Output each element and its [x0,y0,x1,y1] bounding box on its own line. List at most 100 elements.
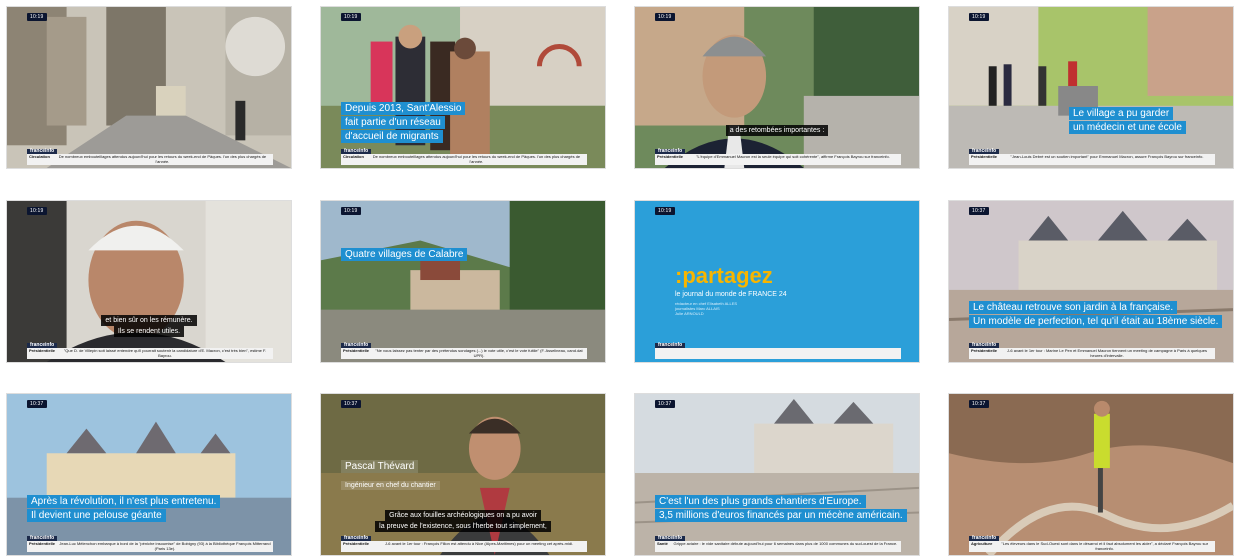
ticker-text: "L'équipe d'Emmanuel Macron est la seule… [696,154,890,159]
ticker-category: Santé [657,541,668,546]
speaker-nameplate: Pascal Thévard Ingénieur en chef du chan… [341,456,440,492]
ticker-text: "Les éleveurs dans le Sud-Ouest sont dan… [1001,541,1209,551]
video-thumbnail[interactable]: 10:37 Après la révolution, il n'est plus… [6,393,292,556]
timestamp: 10:37 [27,400,47,408]
ticker-category: Présidentielle [343,541,370,546]
subtitle-line: a des retombées importantes : [725,125,829,136]
video-thumbnail[interactable]: 10:19 franceinfo Circulation De nombreux … [6,6,292,169]
ticker-text: Grippe aviaire : le vide sanitaire début… [673,541,898,546]
ticker-category: Présidentielle [971,348,998,353]
ticker-category: Circulation [29,154,50,159]
ticker-category: Agriculture [971,541,993,546]
caption-line: Après la révolution, il n'est plus entre… [27,495,221,508]
speaker-name: Pascal Thévard [341,460,419,473]
ticker-text [659,348,901,359]
ticker-category: Présidentielle [971,154,998,159]
caption-line: Quatre villages de Calabre [341,248,468,261]
ticker-text: De nombreux embouteillages attendus aujo… [58,154,267,164]
video-thumbnail[interactable]: 10:19 Depuis 2013, Sant'Alessio fait par… [320,6,606,169]
chateau-river-scene [7,394,291,555]
subtitle: Grâce aux fouilles archéologiques on a p… [321,510,605,532]
village-square-scene [949,7,1233,168]
program-title: :partagez [675,263,773,288]
timestamp: 10:37 [969,207,989,215]
timestamp: 10:19 [655,207,675,215]
ticker-category: Présidentielle [29,541,56,546]
ticker-category: Présidentielle [343,348,370,353]
subtitle-line: la preuve de l'existence, sous l'herbe t… [375,521,551,532]
video-thumbnail[interactable]: 10:19 et bien sûr on les rémunère. Ils s… [6,200,292,363]
caption-overlay: Quatre villages de Calabre [341,248,468,262]
caption-overlay: Après la révolution, il n'est plus entre… [27,495,221,523]
caption-line: Un modèle de perfection, tel qu'il était… [969,315,1223,328]
caption-line: un médecin et une école [1069,121,1186,134]
ticker-text: J-6 avant le 1er tour : François Fillon … [384,541,574,546]
caption-line: 3,5 millions d'euros financés par un méc… [655,509,907,522]
ticker-category: Présidentielle [29,348,56,353]
caption-line: Le village a pu garder [1069,107,1174,120]
ticker-bar: franceinfo Agriculture "Les éleveurs dans… [969,536,1215,552]
timestamp: 10:19 [341,207,361,215]
interview-scene [635,7,919,168]
ticker-bar: franceinfo Présidentielle Jean-Luc Mélenc… [27,536,273,552]
subtitle-line: Ils se rendent utiles. [113,326,185,337]
video-thumbnail[interactable]: 10:19 :partagez le journal du monde de F… [634,200,920,363]
street-scene [7,7,291,168]
ticker-bar: franceinfo Présidentielle "Ne vous laisse… [341,343,587,359]
video-thumbnail[interactable]: 10:19 Le village a pu garder un médecin … [948,6,1234,169]
timestamp: 10:19 [27,13,47,21]
timestamp: 10:19 [969,13,989,21]
video-thumbnail[interactable]: 10:37 C'est l'un des plus grands chantie… [634,393,920,556]
ticker-bar: franceinfo Présidentielle J-6 avant le 1e… [341,536,587,552]
ticker-text: Jean-Luc Mélenchon embarque à bord de la… [59,541,271,551]
ticker-bar: franceinfo Circulation De nombreux embout… [27,149,273,165]
chateau-garden-scene [635,394,919,555]
speaker-role: Ingénieur en chef du chantier [341,481,440,490]
subtitle-line: Grâce aux fouilles archéologiques on a p… [385,510,541,521]
caption-line: fait partie d'un réseau [341,116,445,129]
subtitle: et bien sûr on les rémunère. Ils se rend… [7,315,291,337]
caption-line: C'est l'un des plus grands chantiers d'E… [655,495,866,508]
elderly-man-scene [7,201,291,362]
hillside-village-scene [321,201,605,362]
video-thumbnail[interactable]: 10:37 franceinfo Agriculture "Les éleveur… [948,393,1234,556]
timestamp: 10:19 [341,13,361,21]
caption-overlay: Depuis 2013, Sant'Alessio fait partie d'… [341,102,466,144]
video-thumbnail-grid: 10:19 franceinfo Circulation De nombreux … [0,0,1237,559]
subtitle-line: et bien sûr on les rémunère. [101,315,197,326]
ticker-bar: franceinfo Présidentielle "Jean-Louis Deb… [969,149,1215,165]
timestamp: 10:37 [655,400,675,408]
timestamp: 10:19 [27,207,47,215]
ticker-text: "Ne vous laissez pas tenter par des prét… [375,348,583,358]
ticker-category: Présidentielle [657,154,684,159]
timestamp: 10:37 [341,400,361,408]
caption-overlay: Le château retrouve son jardin à la fran… [969,301,1223,329]
ticker-text: De nombreux embouteillages attendus aujo… [372,154,581,164]
ticker-text: "Que D. de Villepin soit laissé entendre… [63,348,267,358]
ticker-bar: franceinfo [655,343,901,359]
caption-line: d'accueil de migrants [341,130,443,143]
ticker-bar: franceinfo Présidentielle "L'équipe d'Emm… [655,149,901,165]
caption-overlay: Le village a pu garder un médecin et une… [1069,107,1186,135]
ticker-text: J-6 avant le 1er tour : Marine Le Pen et… [1007,348,1207,358]
subtitle: a des retombées importantes : [635,125,919,136]
timestamp: 10:19 [655,13,675,21]
program-subtitle: le journal du monde de FRANCE 24 [675,291,787,298]
video-thumbnail[interactable]: 10:37 Le château retrouve son jardin à l… [948,200,1234,363]
ticker-bar: franceinfo Présidentielle "Que D. de Vill… [27,343,273,359]
program-credits: rédacteur en chef Elisabeth ALLES journa… [675,301,738,316]
caption-line: Le château retrouve son jardin à la fran… [969,301,1178,314]
video-thumbnail[interactable]: 10:37 Pascal Thévard Ingénieur en chef d… [320,393,606,556]
garden-worker-scene [949,394,1233,555]
ticker-category: Circulation [343,154,364,159]
caption-line: Il devient une pelouse géante [27,509,166,522]
caption-overlay: C'est l'un des plus grands chantiers d'E… [655,495,907,523]
video-thumbnail[interactable]: 10:19 Quatre villages de Calabre francei… [320,200,606,363]
video-thumbnail[interactable]: 10:19 a des retombées importantes : fran… [634,6,920,169]
ticker-bar: franceinfo Circulation De nombreux embout… [341,149,587,165]
ticker-bar: franceinfo Santé Grippe aviaire : le vide… [655,536,901,552]
ticker-bar: franceinfo Présidentielle J-6 avant le 1e… [969,343,1215,359]
chateau-scene [949,201,1233,362]
caption-line: Depuis 2013, Sant'Alessio [341,102,466,115]
ticker-text: "Jean-Louis Debré est un soutien importa… [1010,154,1204,159]
